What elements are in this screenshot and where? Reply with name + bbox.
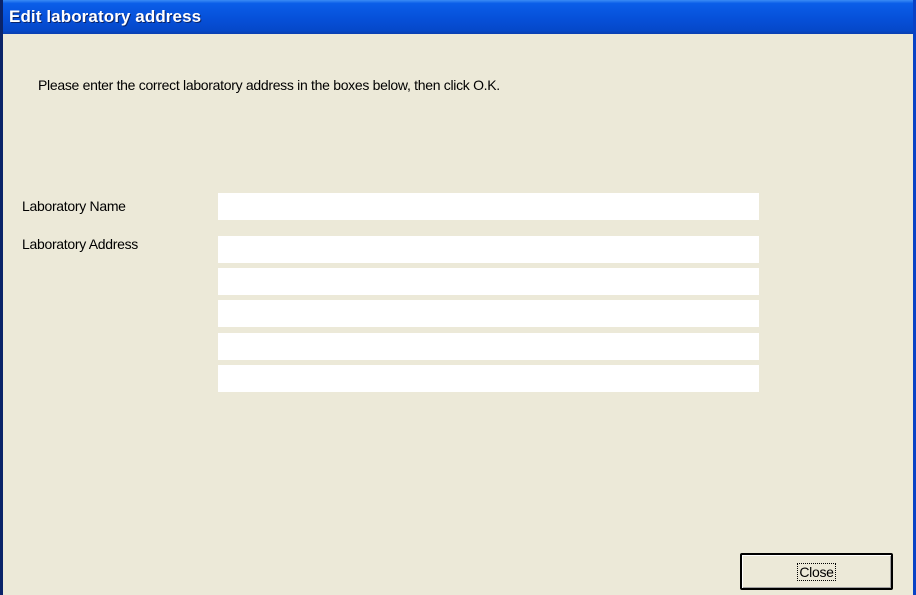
laboratory-name-input[interactable] (218, 193, 759, 220)
close-button[interactable]: Close (740, 553, 893, 590)
close-button-label: Close (797, 562, 836, 581)
instruction-text: Please enter the correct laboratory addr… (38, 77, 500, 93)
laboratory-address-line-1-input[interactable] (218, 236, 759, 263)
laboratory-address-line-2-input[interactable] (218, 268, 759, 295)
edit-laboratory-address-dialog: Edit laboratory address Please enter the… (0, 0, 916, 595)
laboratory-name-label: Laboratory Name (22, 198, 126, 214)
title-bar[interactable]: Edit laboratory address (3, 0, 913, 34)
laboratory-address-line-5-input[interactable] (218, 365, 759, 392)
laboratory-address-line-3-input[interactable] (218, 300, 759, 327)
window-title: Edit laboratory address (9, 7, 202, 26)
laboratory-address-label: Laboratory Address (22, 236, 139, 252)
laboratory-address-line-4-input[interactable] (218, 333, 759, 360)
